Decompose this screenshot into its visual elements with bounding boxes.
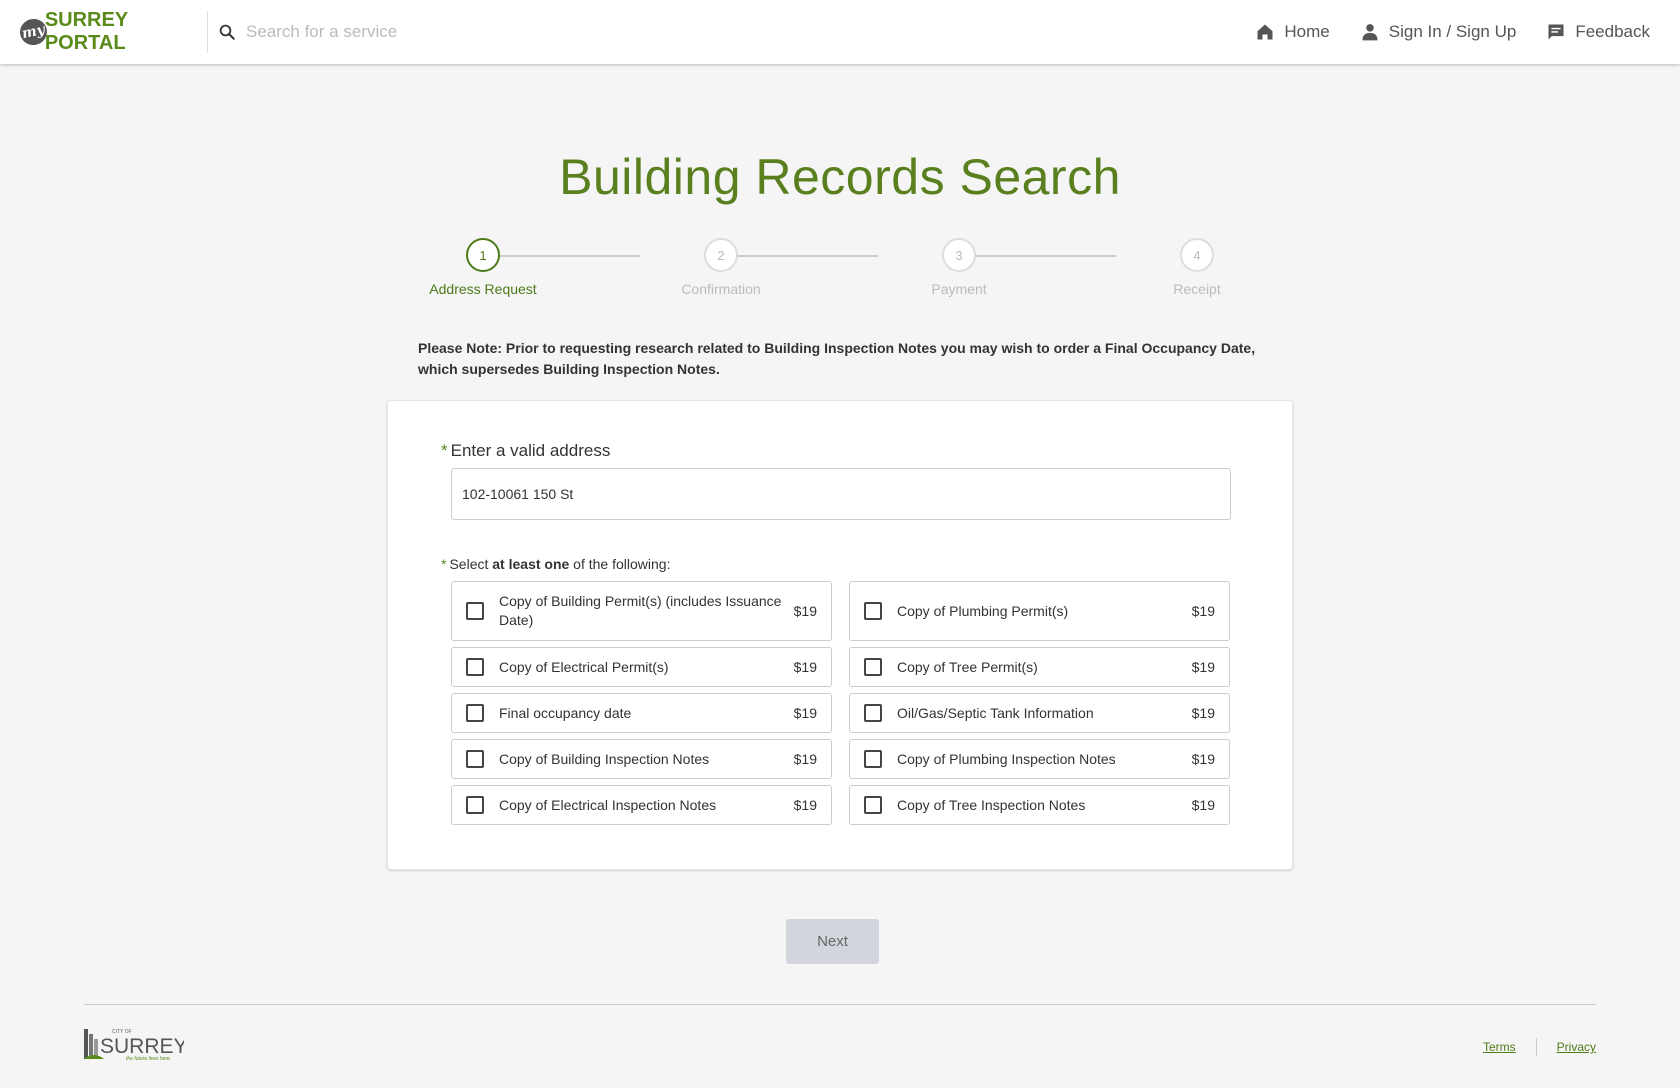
required-marker: * <box>441 441 448 460</box>
feedback-icon <box>1548 24 1564 40</box>
checkbox[interactable] <box>466 658 484 676</box>
logo-surrey-text: SURREY <box>100 1035 184 1058</box>
option-price: $19 <box>1191 603 1215 619</box>
user-icon <box>1362 24 1378 41</box>
step-label: Payment <box>931 281 987 297</box>
address-label-text: Enter a valid address <box>450 441 611 460</box>
instruction-prefix: Select <box>449 556 493 572</box>
option-plumbing-permit[interactable]: Copy of Plumbing Permit(s) $19 <box>849 581 1230 641</box>
checkbox[interactable] <box>864 796 882 814</box>
option-price: $19 <box>1191 659 1215 675</box>
step-label: Address Request <box>429 281 537 297</box>
option-label: Oil/Gas/Septic Tank Information <box>897 704 1094 721</box>
checkbox[interactable] <box>864 704 882 722</box>
address-request-card: *Enter a valid address *Select at least … <box>387 400 1293 870</box>
option-label: Copy of Tree Permit(s) <box>897 658 1038 675</box>
option-price: $19 <box>793 705 817 721</box>
inspection-notes-notice: Please Note: Prior to requesting researc… <box>418 340 1256 377</box>
option-label: Copy of Building Permit(s) (includes Iss… <box>499 593 782 628</box>
step-number: 1 <box>466 238 500 272</box>
checkbox[interactable] <box>466 796 484 814</box>
option-plumbing-inspection-notes[interactable]: Copy of Plumbing Inspection Notes $19 <box>849 739 1230 779</box>
city-of-surrey-logo[interactable]: CITY OF SURREY the future lives here. <box>84 1025 184 1063</box>
option-price: $19 <box>793 659 817 675</box>
option-building-permit[interactable]: Copy of Building Permit(s) (includes Iss… <box>451 581 832 641</box>
nav-feedback[interactable]: Feedback <box>1546 22 1650 42</box>
home-icon <box>1257 24 1273 40</box>
checkbox[interactable] <box>466 750 484 768</box>
page-title: Building Records Search <box>559 149 1121 205</box>
logo-tagline-text: the future lives here. <box>126 1056 171 1062</box>
next-button[interactable]: Next <box>786 919 879 964</box>
option-price: $19 <box>1191 705 1215 721</box>
required-marker: * <box>441 556 447 572</box>
address-input[interactable] <box>451 468 1231 520</box>
nav-home[interactable]: Home <box>1255 22 1330 42</box>
option-price: $19 <box>793 603 817 619</box>
option-final-occupancy-date[interactable]: Final occupancy date $19 <box>451 693 832 733</box>
footer-links: Terms Privacy <box>1483 1038 1596 1056</box>
step-number: 3 <box>942 238 976 272</box>
option-electrical-permit[interactable]: Copy of Electrical Permit(s) $19 <box>451 647 832 687</box>
nav-feedback-label: Feedback <box>1575 22 1650 41</box>
option-label: Copy of Tree Inspection Notes <box>897 796 1086 813</box>
terms-link[interactable]: Terms <box>1483 1040 1516 1054</box>
step-label: Receipt <box>1173 281 1221 297</box>
option-price: $19 <box>793 751 817 767</box>
checkbox[interactable] <box>864 750 882 768</box>
top-header: my SURREY PORTAL Home Sign In / Sign Up <box>0 0 1680 64</box>
checkbox[interactable] <box>864 602 882 620</box>
checkbox[interactable] <box>864 658 882 676</box>
option-label: Copy of Plumbing Inspection Notes <box>897 750 1116 767</box>
step-payment: 3 Payment <box>879 238 1039 297</box>
nav-sign-in[interactable]: Sign In / Sign Up <box>1360 22 1517 42</box>
option-building-inspection-notes[interactable]: Copy of Building Inspection Notes $19 <box>451 739 832 779</box>
option-electrical-inspection-notes[interactable]: Copy of Electrical Inspection Notes $19 <box>451 785 832 825</box>
option-price: $19 <box>793 797 817 813</box>
checkbox[interactable] <box>466 602 484 620</box>
option-oil-gas-septic[interactable]: Oil/Gas/Septic Tank Information $19 <box>849 693 1230 733</box>
option-label: Copy of Plumbing Permit(s) <box>897 602 1069 619</box>
header-nav: Home Sign In / Sign Up Feedback <box>1225 22 1680 42</box>
option-price: $19 <box>1191 797 1215 813</box>
step-number: 2 <box>704 238 738 272</box>
option-label: Copy of Building Inspection Notes <box>499 750 710 767</box>
option-price: $19 <box>1191 751 1215 767</box>
option-label: Final occupancy date <box>499 704 632 721</box>
address-label: * Enter a valid address <box>441 441 610 461</box>
search-icon <box>219 24 235 40</box>
surrey-portal-logo[interactable]: my SURREY PORTAL <box>0 9 208 54</box>
nav-home-label: Home <box>1284 22 1330 41</box>
search-input[interactable] <box>246 22 646 42</box>
option-tree-inspection-notes[interactable]: Copy of Tree Inspection Notes $19 <box>849 785 1230 825</box>
step-receipt: 4 Receipt <box>1117 238 1277 297</box>
option-label: Copy of Electrical Inspection Notes <box>499 796 717 813</box>
record-options-grid: Copy of Building Permit(s) (includes Iss… <box>451 581 1232 825</box>
progress-stepper: 1 Address Request 2 Confirmation 3 Payme… <box>420 238 1221 298</box>
step-confirmation: 2 Confirmation <box>641 238 801 297</box>
options-instruction: * Select at least one of the following: <box>441 556 670 572</box>
instruction-emphasis: at least one <box>492 556 570 572</box>
footer-divider <box>84 1004 1596 1005</box>
option-label: Copy of Electrical Permit(s) <box>499 658 669 675</box>
checkbox[interactable] <box>466 704 484 722</box>
logo-text: SURREY PORTAL <box>44 9 128 54</box>
step-address-request: 1 Address Request <box>403 238 563 297</box>
privacy-link[interactable]: Privacy <box>1557 1040 1596 1054</box>
nav-sign-in-label: Sign In / Sign Up <box>1388 22 1517 41</box>
instruction-suffix: of the following: <box>569 556 671 572</box>
step-label: Confirmation <box>681 281 761 297</box>
service-search <box>218 22 1225 42</box>
option-tree-permit[interactable]: Copy of Tree Permit(s) $19 <box>849 647 1230 687</box>
step-number: 4 <box>1180 238 1214 272</box>
footer-link-separator <box>1535 1038 1537 1056</box>
